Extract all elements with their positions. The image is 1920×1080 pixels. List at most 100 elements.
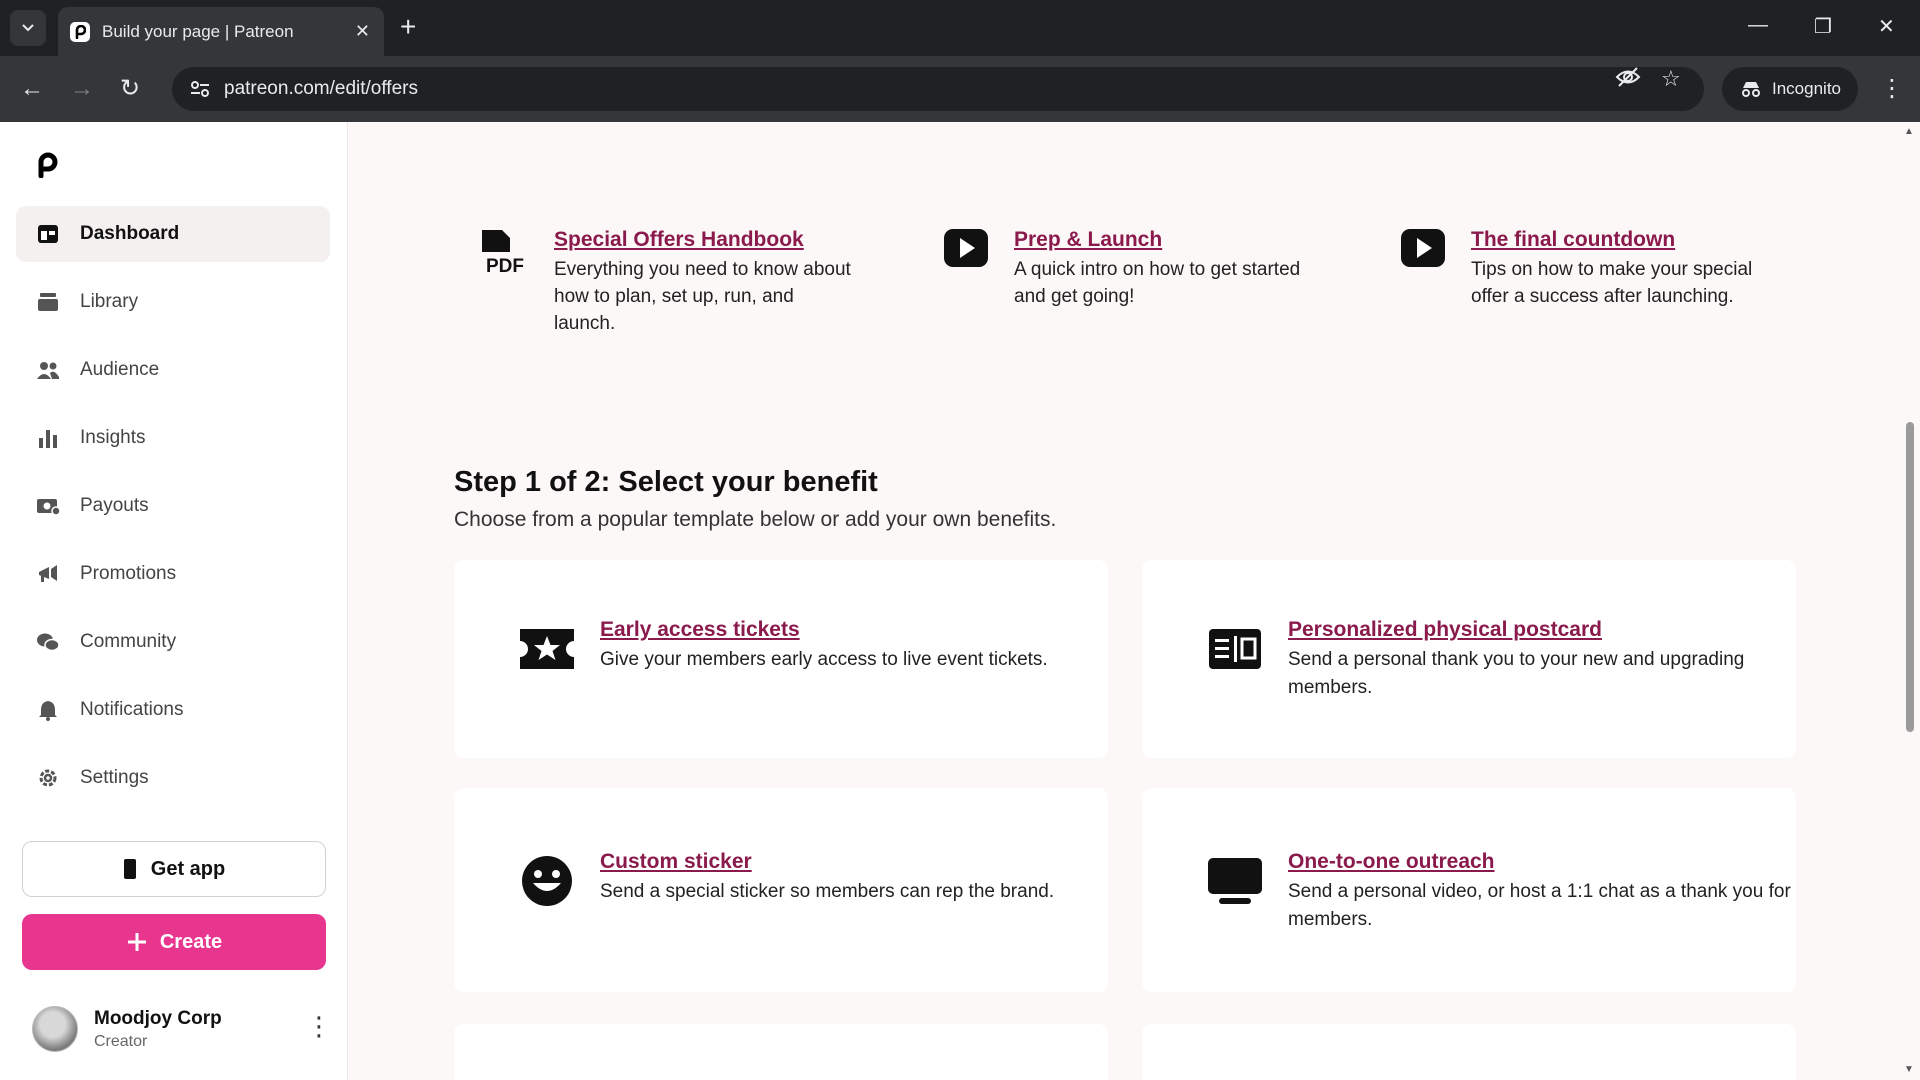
browser-tab[interactable]: Build your page | Patreon ✕ xyxy=(58,7,384,56)
resource-title-link[interactable]: The final countdown xyxy=(1471,228,1675,251)
phone-icon xyxy=(123,859,136,879)
resource-description: Everything you need to know about how to… xyxy=(554,259,851,334)
benefit-description: Send a special sticker so members can re… xyxy=(600,881,1055,902)
benefit-card-custom-sticker[interactable]: Custom sticker Send a special sticker so… xyxy=(454,788,1108,992)
resource-final-countdown: The final countdown Tips on how to make … xyxy=(1397,228,1777,310)
scroll-thumb[interactable] xyxy=(1906,422,1914,732)
sidebar-item-label: Payouts xyxy=(80,495,149,516)
bookmark-star-icon[interactable]: ☆ xyxy=(1661,66,1681,92)
resource-description: Tips on how to make your special offer a… xyxy=(1471,259,1753,307)
library-icon xyxy=(36,290,60,314)
close-window-icon[interactable]: ✕ xyxy=(1878,14,1895,39)
resource-prep-launch: Prep & Launch A quick intro on how to ge… xyxy=(940,228,1310,310)
resource-handbook: PDF Special Offers Handbook Everything y… xyxy=(480,228,860,337)
tab-search-button[interactable] xyxy=(10,10,46,46)
benefit-card-postcard[interactable]: Personalized physical postcard Send a pe… xyxy=(1142,560,1796,758)
community-icon xyxy=(36,630,60,654)
sidebar-item-label: Library xyxy=(80,291,139,312)
minimize-icon[interactable]: — xyxy=(1748,14,1768,37)
patreon-logo[interactable] xyxy=(36,152,58,183)
sidebar-item-label: Audience xyxy=(80,359,160,380)
sidebar-item-label: Dashboard xyxy=(80,223,180,244)
patreon-favicon xyxy=(70,21,90,42)
benefit-card-outreach[interactable]: One-to-one outreach Send a personal vide… xyxy=(1142,788,1796,992)
tab-close-icon[interactable]: ✕ xyxy=(355,21,370,42)
sidebar-item-label: Settings xyxy=(80,767,149,788)
sidebar-item-audience[interactable]: Audience xyxy=(16,342,330,398)
audience-icon xyxy=(36,358,60,382)
payouts-icon xyxy=(36,494,60,518)
create-label: Create xyxy=(159,930,223,953)
eye-off-icon[interactable] xyxy=(1615,66,1641,94)
tab-title: Build your page | Patreon xyxy=(102,21,294,41)
incognito-indicator[interactable]: Incognito xyxy=(1722,67,1858,111)
sidebar-item-promotions[interactable]: Promotions xyxy=(16,546,330,602)
user-profile[interactable]: Moodjoy Corp Creator ⋮ xyxy=(32,999,332,1059)
benefit-title-link[interactable]: Early access tickets xyxy=(600,618,800,641)
benefit-description: Give your members early access to live e… xyxy=(600,649,1048,670)
create-button[interactable]: Create xyxy=(22,914,326,970)
user-name: Moodjoy Corp xyxy=(94,1007,222,1029)
step-subtitle: Choose from a popular template below or … xyxy=(454,508,1057,531)
incognito-icon xyxy=(1742,82,1760,97)
pdf-icon: PDF xyxy=(480,228,532,280)
sidebar-item-label: Notifications xyxy=(80,699,184,720)
step-title: Step 1 of 2: Select your benefit xyxy=(454,466,878,498)
forward-icon[interactable]: → xyxy=(70,74,94,104)
page-scrollbar[interactable]: ▲ ▼ xyxy=(1900,122,1920,1080)
scroll-down-icon[interactable]: ▼ xyxy=(1904,1064,1914,1075)
benefit-card-partial[interactable] xyxy=(1142,1024,1796,1080)
benefit-card-partial[interactable] xyxy=(454,1024,1108,1080)
resource-title-link[interactable]: Special Offers Handbook xyxy=(554,228,804,251)
get-app-label: Get app xyxy=(150,857,226,880)
monitor-icon xyxy=(1204,850,1266,912)
play-icon xyxy=(1397,228,1449,280)
sidebar-item-notifications[interactable]: Notifications xyxy=(16,682,330,738)
svg-text:PDF: PDF xyxy=(486,256,524,276)
more-options-icon[interactable]: ⋮ xyxy=(306,1011,332,1042)
sidebar-item-insights[interactable]: Insights xyxy=(16,410,330,466)
sidebar-item-payouts[interactable]: Payouts xyxy=(16,478,330,534)
address-bar[interactable]: patreon.com/edit/offers xyxy=(172,67,1704,111)
scroll-up-icon[interactable]: ▲ xyxy=(1904,126,1914,137)
chevron-down-icon xyxy=(22,24,34,32)
sidebar-item-label: Insights xyxy=(80,427,146,448)
play-icon xyxy=(940,228,992,280)
sidebar-item-library[interactable]: Library xyxy=(16,274,330,330)
benefit-description: Send a personal thank you to your new an… xyxy=(1288,649,1745,698)
site-settings-icon xyxy=(191,81,209,97)
benefit-title-link[interactable]: Personalized physical postcard xyxy=(1288,618,1602,641)
incognito-label: Incognito xyxy=(1772,79,1841,98)
new-tab-button[interactable]: + xyxy=(400,12,416,42)
sidebar-item-dashboard[interactable]: Dashboard xyxy=(16,206,330,262)
bell-icon xyxy=(36,698,60,722)
benefit-card-early-access[interactable]: Early access tickets Give your members e… xyxy=(454,560,1108,758)
ticket-star-icon xyxy=(516,618,578,680)
avatar xyxy=(32,1006,78,1052)
insights-icon xyxy=(36,426,60,450)
promotions-icon xyxy=(36,562,60,586)
resource-title-link[interactable]: Prep & Launch xyxy=(1014,228,1162,251)
sidebar-item-settings[interactable]: Settings xyxy=(16,750,330,806)
dashboard-icon xyxy=(36,222,60,246)
sidebar-item-community[interactable]: Community xyxy=(16,614,330,670)
restore-icon[interactable]: ❐ xyxy=(1814,14,1832,39)
sidebar: Dashboard Library Audience Insights Payo… xyxy=(0,122,348,1080)
get-app-button[interactable]: Get app xyxy=(22,841,326,897)
benefit-title-link[interactable]: One-to-one outreach xyxy=(1288,850,1495,873)
resource-description: A quick intro on how to get started and … xyxy=(1014,259,1301,307)
plus-icon xyxy=(127,933,146,951)
browser-menu-icon[interactable]: ⋮ xyxy=(1880,74,1904,103)
sidebar-item-label: Promotions xyxy=(80,563,177,584)
reload-icon[interactable]: ↻ xyxy=(120,74,140,104)
gear-icon xyxy=(36,766,60,790)
postcard-icon xyxy=(1204,618,1266,680)
benefit-title-link[interactable]: Custom sticker xyxy=(600,850,752,873)
benefit-description: Send a personal video, or host a 1:1 cha… xyxy=(1288,881,1791,930)
url-text: patreon.com/edit/offers xyxy=(224,78,418,99)
browser-toolbar: ← → ↻ patreon.com/edit/offers ☆ Incognit… xyxy=(0,56,1920,122)
sidebar-item-label: Community xyxy=(80,631,177,652)
user-role: Creator xyxy=(94,1032,148,1050)
back-icon[interactable]: ← xyxy=(20,74,44,104)
smiley-sticker-icon xyxy=(516,850,578,912)
